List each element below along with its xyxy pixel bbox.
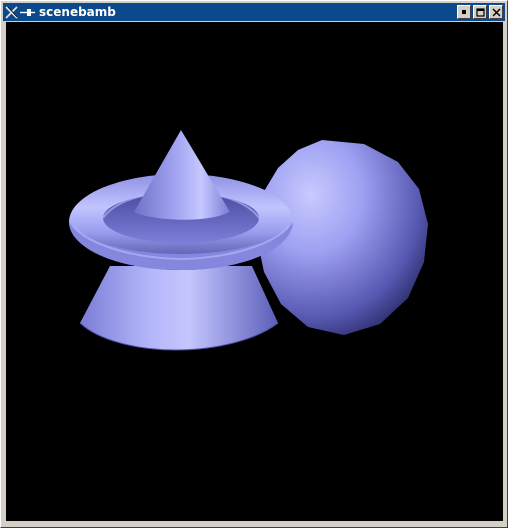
close-button[interactable] bbox=[489, 5, 503, 19]
minimize-button[interactable] bbox=[457, 5, 471, 19]
close-icon bbox=[491, 7, 501, 17]
scene-render bbox=[69, 130, 428, 351]
window-title: scenebamb bbox=[39, 5, 116, 19]
maximize-button[interactable] bbox=[473, 5, 487, 19]
truncated-cone bbox=[79, 266, 279, 351]
render-canvas[interactable] bbox=[6, 22, 503, 521]
window-bottom-border[interactable] bbox=[3, 522, 505, 526]
pin-icon bbox=[19, 6, 37, 19]
title-bar[interactable]: scenebamb bbox=[3, 3, 505, 21]
maximize-icon bbox=[475, 7, 485, 17]
cone bbox=[133, 130, 231, 221]
minimize-icon bbox=[462, 10, 466, 14]
app-window: scenebamb bbox=[0, 0, 508, 528]
system-menu[interactable] bbox=[3, 3, 39, 21]
x-window-icon bbox=[5, 5, 18, 19]
